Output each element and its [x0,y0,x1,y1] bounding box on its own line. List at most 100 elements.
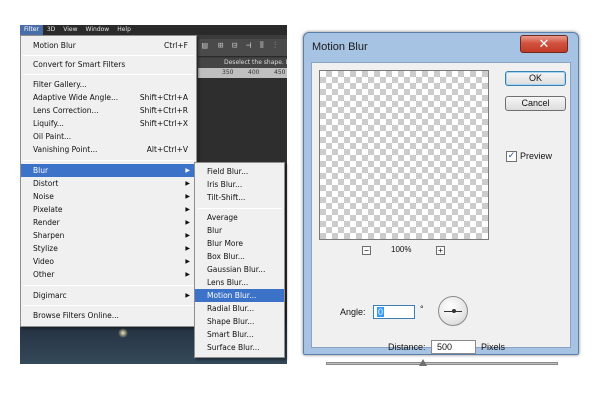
menu-item-filter-gallery[interactable]: Filter Gallery... [21,78,196,91]
ok-button[interactable]: OK [505,71,566,86]
distance-slider-thumb[interactable] [419,359,428,366]
close-button[interactable]: ✕ [520,35,568,53]
dialog-body: − 100% + OK Cancel ✓ Preview Angle: 0 ° … [311,62,571,366]
submenu-item-radial-blur[interactable]: Radial Blur... [195,302,284,315]
arrange-icon[interactable]: ⫴ [260,41,264,51]
submenu-item-box-blur[interactable]: Box Blur... [195,250,284,263]
menu-item-adaptive-wide-angle[interactable]: Adaptive Wide Angle... Shift+Ctrl+A [21,91,196,104]
light-glow [118,328,128,338]
menu-item-label: Motion Blur [33,41,76,50]
menu-item-label: Render [33,218,60,227]
menu-item-vanishing-point[interactable]: Vanishing Point... Alt+Ctrl+V [21,143,196,156]
menu-view[interactable]: View [59,25,81,35]
submenu-item-motion-blur[interactable]: Motion Blur... [195,289,284,302]
dial-center [452,309,456,313]
menu-item-label: Oil Paint... [33,132,72,141]
submenu-arrow-icon: ▶ [185,258,190,265]
submenu-item-label: Box Blur... [207,252,245,261]
menu-separator [23,160,194,161]
preview-area[interactable] [319,70,489,240]
menu-item-lens-correction[interactable]: Lens Correction... Shift+Ctrl+R [21,104,196,117]
menu-item-other[interactable]: Other ▶ [21,268,196,281]
menu-item-shortcut: Shift+Ctrl+R [139,106,188,115]
menu-separator [23,55,194,56]
menu-separator [23,305,194,306]
menu-item-pixelate[interactable]: Pixelate ▶ [21,203,196,216]
submenu-item-tilt-shift[interactable]: Tilt-Shift... [195,191,284,204]
menu-item-label: Distort [33,179,59,188]
submenu-item-label: Average [207,213,238,222]
submenu-item-field-blur[interactable]: Field Blur... [195,165,284,178]
ruler-tick: 400 [248,69,260,76]
submenu-item-surface-blur[interactable]: Surface Blur... [195,341,284,354]
menu-item-last-filter[interactable]: Motion Blur Ctrl+F [21,39,196,52]
distance-input[interactable]: 500 [431,340,476,354]
submenu-item-label: Field Blur... [207,167,249,176]
submenu-item-blur[interactable]: Blur [195,224,284,237]
menu-item-label: Lens Correction... [33,106,99,115]
filter-menu: Motion Blur Ctrl+F Convert for Smart Fil… [20,35,197,327]
align-icon[interactable]: ▤ [202,41,207,51]
ruler-tick: 350 [222,69,234,76]
menu-item-liquify[interactable]: Liquify... Shift+Ctrl+X [21,117,196,130]
menu-item-shortcut: Shift+Ctrl+X [139,119,188,128]
menu-separator [197,208,282,209]
submenu-item-smart-blur[interactable]: Smart Blur... [195,328,284,341]
submenu-item-average[interactable]: Average [195,211,284,224]
menu-3d[interactable]: 3D [43,25,59,35]
menu-item-convert-smart-filters[interactable]: Convert for Smart Filters [21,58,196,71]
submenu-arrow-icon: ▶ [185,167,190,174]
menu-item-label: Convert for Smart Filters [33,60,126,69]
menu-item-noise[interactable]: Noise ▶ [21,190,196,203]
distance-slider-track[interactable] [326,362,558,365]
menu-item-label: Vanishing Point... [33,145,98,154]
preview-checkbox[interactable]: ✓ [506,151,517,162]
dialog-title: Motion Blur [312,41,368,53]
submenu-item-lens-blur[interactable]: Lens Blur... [195,276,284,289]
menu-item-oil-paint[interactable]: Oil Paint... [21,130,196,143]
distance-label: Distance: [388,342,426,352]
angle-input[interactable]: 0 [373,305,415,319]
submenu-item-label: Smart Blur... [207,330,254,339]
angle-value: 0 [377,307,385,317]
menu-item-shortcut: Shift+Ctrl+A [139,93,188,102]
degree-symbol: ° [420,304,424,314]
submenu-item-label: Surface Blur... [207,343,260,352]
menu-item-browse-filters-online[interactable]: Browse Filters Online... [21,309,196,322]
submenu-item-shape-blur[interactable]: Shape Blur... [195,315,284,328]
document-tab[interactable]: Deselect the shape. RGB/8 [198,58,287,68]
menu-item-digimarc[interactable]: Digimarc ▶ [21,289,196,302]
align-right-icon[interactable]: ⊣ [246,41,251,51]
submenu-item-gaussian-blur[interactable]: Gaussian Blur... [195,263,284,276]
menu-filter[interactable]: Filter [20,25,43,35]
menu-item-stylize[interactable]: Stylize ▶ [21,242,196,255]
motion-blur-dialog: Motion Blur ✕ − 100% + OK Cancel ✓ Previ… [303,32,579,366]
submenu-item-label: Gaussian Blur... [207,265,266,274]
angle-dial[interactable] [438,296,468,326]
distribute-icon[interactable]: ⊞ [218,41,223,51]
menu-separator [23,74,194,75]
submenu-arrow-icon: ▶ [185,292,190,299]
menu-item-blur[interactable]: Blur ▶ [21,164,196,177]
menu-window[interactable]: Window [82,25,114,35]
settings-icon[interactable]: ⫶ [274,41,276,51]
menu-item-video[interactable]: Video ▶ [21,255,196,268]
zoom-in-button[interactable]: + [436,246,445,255]
menu-item-label: Browse Filters Online... [33,311,119,320]
align-center-icon[interactable]: ⊟ [232,41,237,51]
submenu-item-label: Shape Blur... [207,317,255,326]
submenu-item-label: Radial Blur... [207,304,255,313]
submenu-item-blur-more[interactable]: Blur More [195,237,284,250]
menu-item-render[interactable]: Render ▶ [21,216,196,229]
menu-help[interactable]: Help [113,25,135,35]
menu-item-shortcut: Ctrl+F [164,41,188,50]
submenu-arrow-icon: ▶ [185,232,190,239]
cancel-button[interactable]: Cancel [505,96,566,111]
menu-item-label: Noise [33,192,54,201]
menu-bar: Filter 3D View Window Help [20,25,287,35]
submenu-item-iris-blur[interactable]: Iris Blur... [195,178,284,191]
menu-item-distort[interactable]: Distort ▶ [21,177,196,190]
menu-item-sharpen[interactable]: Sharpen ▶ [21,229,196,242]
zoom-out-button[interactable]: − [362,246,371,255]
preview-label: Preview [520,151,553,161]
